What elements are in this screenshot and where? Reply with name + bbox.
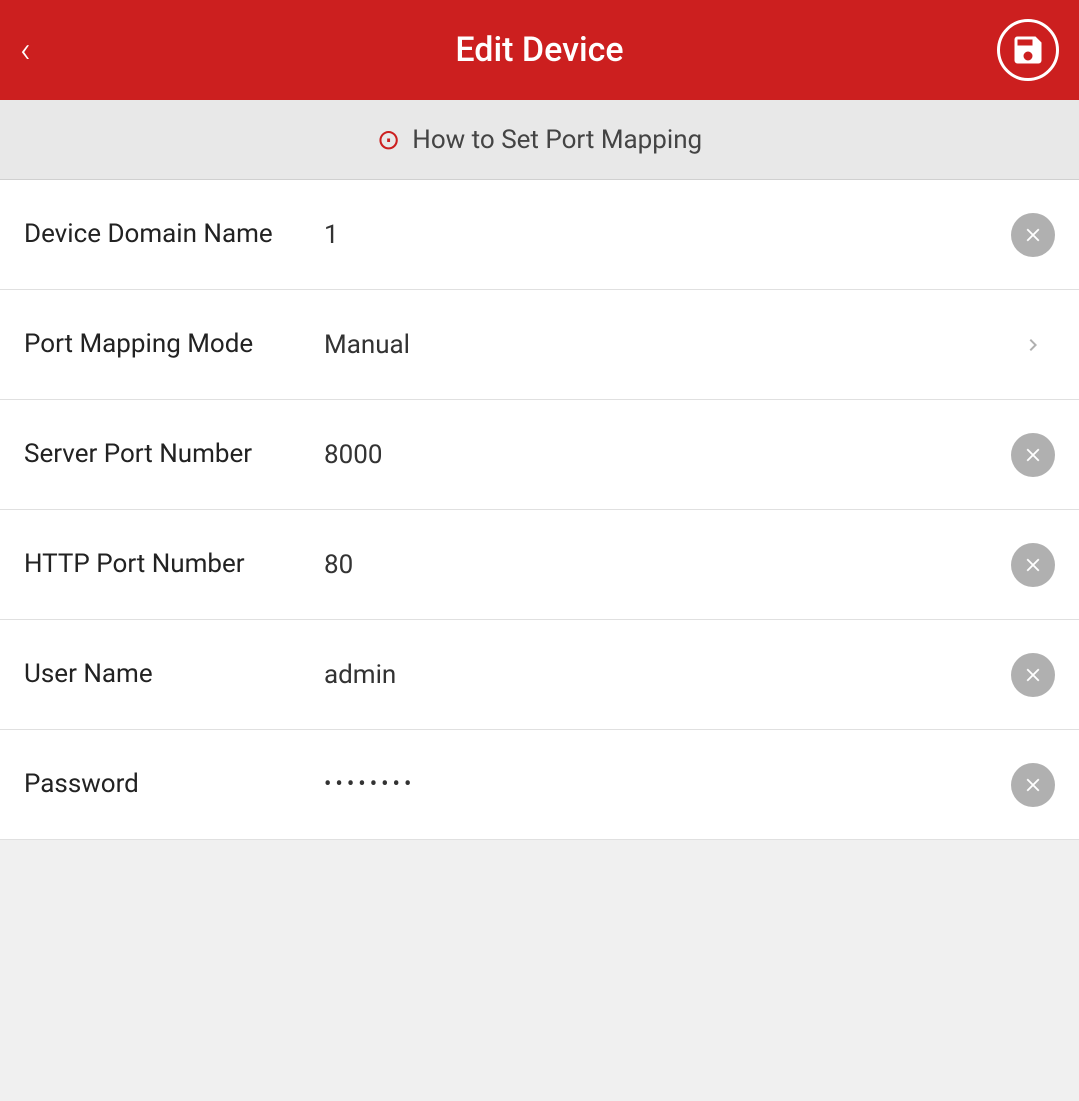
clear-icon: [1022, 554, 1044, 576]
server-port-number-label: Server Port Number: [24, 438, 314, 472]
device-domain-name-label: Device Domain Name: [24, 218, 314, 252]
user-name-row: User Name: [0, 620, 1079, 730]
http-port-number-value-area: [314, 543, 1055, 587]
user-name-value-area: [314, 653, 1055, 697]
device-domain-name-row: Device Domain Name: [0, 180, 1079, 290]
server-port-number-row: Server Port Number: [0, 400, 1079, 510]
clear-icon: [1022, 664, 1044, 686]
page-title: Edit Device: [455, 30, 623, 70]
password-value-area: [314, 763, 1055, 807]
server-port-number-input[interactable]: [324, 440, 1001, 470]
save-icon: [1010, 32, 1046, 68]
password-clear-button[interactable]: [1011, 763, 1055, 807]
clear-icon: [1022, 774, 1044, 796]
device-domain-name-clear-button[interactable]: [1011, 213, 1055, 257]
clear-icon: [1022, 444, 1044, 466]
info-bar[interactable]: ⊙ How to Set Port Mapping: [0, 100, 1079, 180]
device-domain-name-value-area: [314, 213, 1055, 257]
device-domain-name-input[interactable]: [324, 220, 1001, 250]
save-button[interactable]: [997, 19, 1059, 81]
http-port-number-input[interactable]: [324, 550, 1001, 580]
password-row: Password: [0, 730, 1079, 840]
chevron-right-icon: [1021, 333, 1045, 357]
info-text: How to Set Port Mapping: [412, 125, 702, 155]
port-mapping-mode-value-area: Manual: [314, 323, 1055, 367]
server-port-number-value-area: [314, 433, 1055, 477]
form-container: Device Domain Name Port Mapping Mode Man…: [0, 180, 1079, 840]
clear-icon: [1022, 224, 1044, 246]
password-input[interactable]: [324, 772, 1001, 797]
user-name-label: User Name: [24, 658, 314, 692]
user-name-input[interactable]: [324, 660, 1001, 690]
question-icon: ⊙: [377, 126, 400, 154]
back-button[interactable]: ‹: [20, 32, 31, 68]
port-mapping-mode-label: Port Mapping Mode: [24, 328, 314, 362]
http-port-number-row: HTTP Port Number: [0, 510, 1079, 620]
header: ‹ Edit Device: [0, 0, 1079, 100]
server-port-number-clear-button[interactable]: [1011, 433, 1055, 477]
password-label: Password: [24, 768, 314, 802]
http-port-number-label: HTTP Port Number: [24, 548, 314, 582]
port-mapping-mode-chevron-button[interactable]: [1011, 323, 1055, 367]
user-name-clear-button[interactable]: [1011, 653, 1055, 697]
port-mapping-mode-row[interactable]: Port Mapping Mode Manual: [0, 290, 1079, 400]
port-mapping-mode-value: Manual: [324, 330, 1011, 360]
http-port-number-clear-button[interactable]: [1011, 543, 1055, 587]
